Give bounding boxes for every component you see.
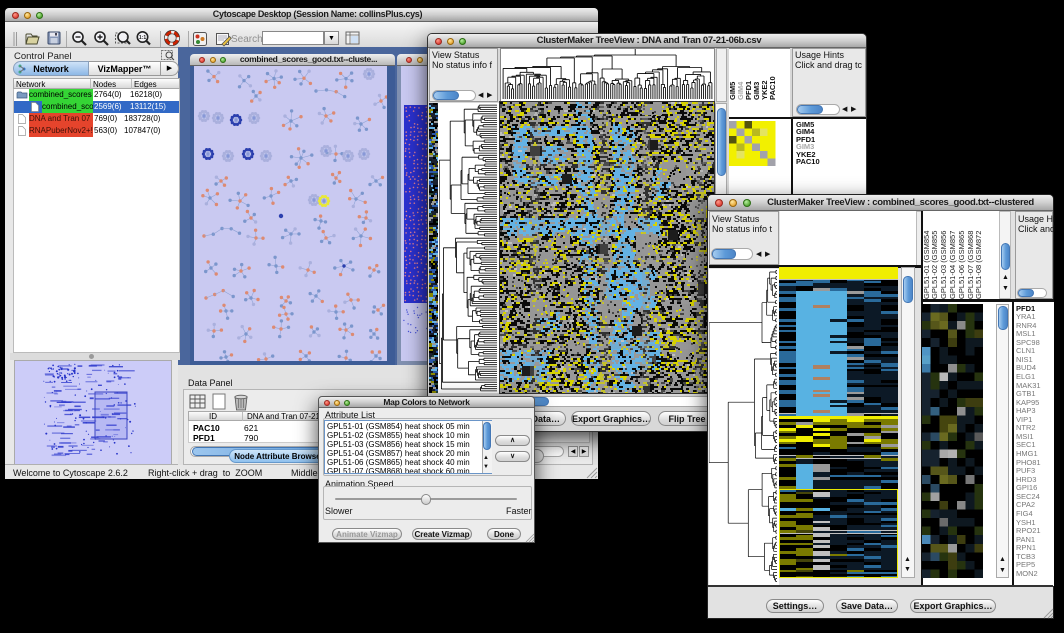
svg-text:1:1: 1:1 [139,35,146,41]
